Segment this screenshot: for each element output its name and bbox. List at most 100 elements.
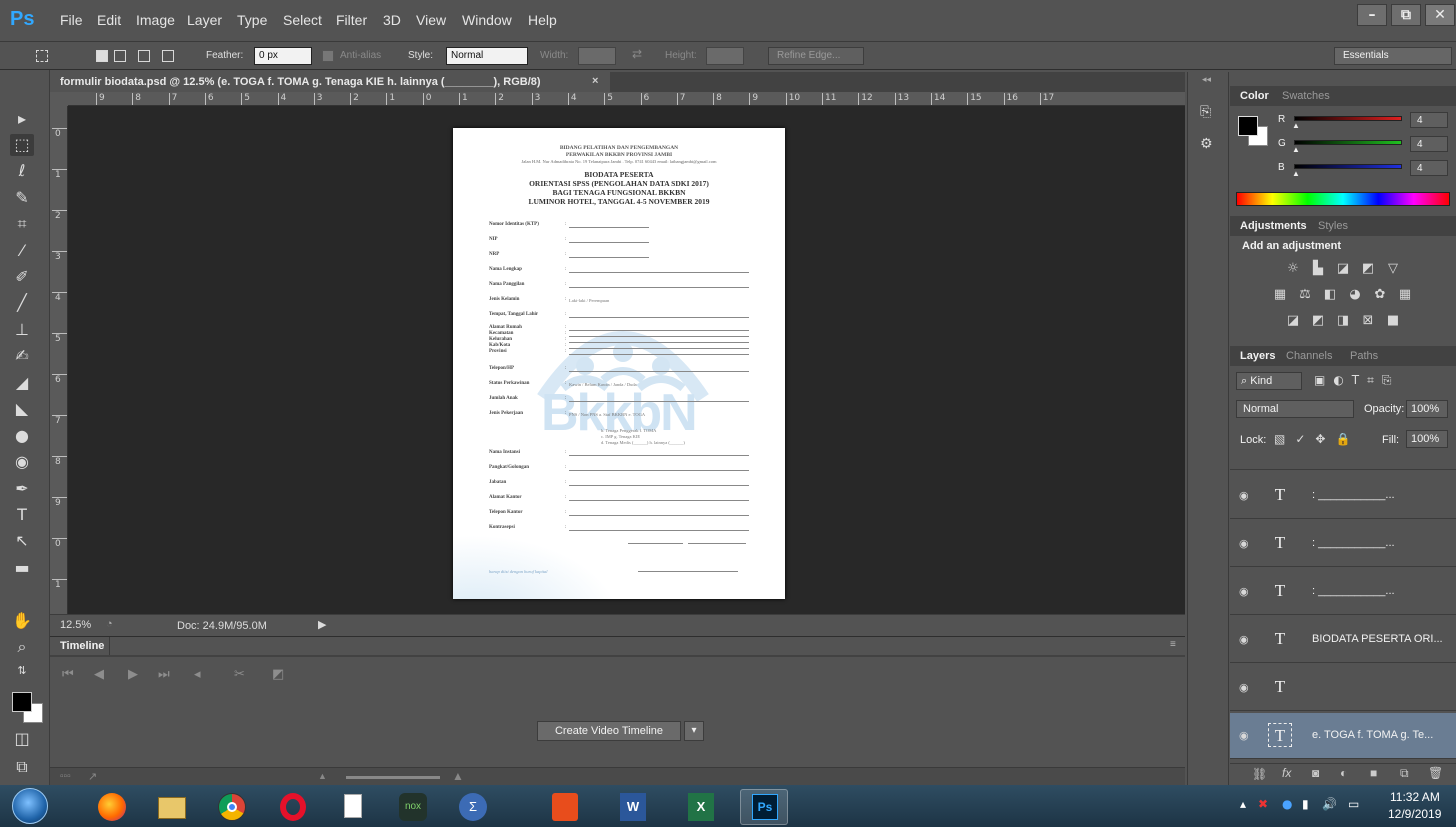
minimize-button[interactable]: – <box>1357 4 1387 26</box>
lasso-tool-icon[interactable]: ℓ <box>10 160 34 182</box>
tab-color[interactable]: Color <box>1240 90 1269 102</box>
vibrance-icon[interactable]: ▽ <box>1385 262 1401 276</box>
menu-type[interactable]: Type <box>237 12 267 28</box>
layer-filter-icons[interactable]: ▣◐T⌗⎘ <box>1314 373 1400 388</box>
excel-icon[interactable]: X <box>676 789 724 825</box>
tab-swatches[interactable]: Swatches <box>1282 90 1330 102</box>
swap-colors-icon[interactable]: ⇅ <box>10 660 34 682</box>
menu-window[interactable]: Window <box>462 12 512 28</box>
hue-saturation-icon[interactable]: ▦ <box>1272 288 1288 302</box>
properties-panel-icon[interactable]: ⚙ <box>1200 136 1213 152</box>
visibility-eye-icon[interactable]: ◉ <box>1239 681 1249 694</box>
layer-row[interactable]: ◉ T <box>1230 665 1456 711</box>
file-explorer-icon[interactable] <box>148 789 196 825</box>
clock-time[interactable]: 11:32 AM <box>1390 790 1440 804</box>
opacity-input[interactable]: 100% <box>1406 400 1448 418</box>
photo-filter-icon[interactable]: ◕ <box>1347 288 1363 302</box>
antialias-checkbox[interactable] <box>322 50 334 62</box>
new-selection-icon[interactable] <box>96 50 108 62</box>
add-selection-icon[interactable] <box>114 50 126 62</box>
foreground-color-swatch[interactable] <box>12 692 32 712</box>
selective-color-icon[interactable]: ■ <box>1385 314 1401 328</box>
healing-brush-tool-icon[interactable]: ✐ <box>10 266 34 288</box>
threshold-icon[interactable]: ◨ <box>1335 314 1351 328</box>
play-icon[interactable]: ▶ <box>128 667 138 682</box>
split-icon[interactable]: ✂ <box>234 667 245 682</box>
rect-marquee-tool-icon[interactable]: ⬚ <box>10 134 34 156</box>
document-tab[interactable]: formulir biodata.psd @ 12.5% (e. TOGA f.… <box>50 72 610 92</box>
visibility-eye-icon[interactable]: ◉ <box>1239 585 1249 598</box>
history-brush-tool-icon[interactable]: ✍ <box>10 345 34 367</box>
brightness-icon[interactable]: ☼ <box>1285 262 1301 276</box>
channel-value-input[interactable]: 4 <box>1410 160 1448 176</box>
timeline-type-dropdown[interactable]: ▾ <box>684 721 704 741</box>
channel-slider[interactable] <box>1294 164 1402 169</box>
next-frame-icon[interactable]: ⏭ <box>158 667 170 682</box>
tab-layers[interactable]: Layers <box>1240 350 1275 362</box>
action-center-icon[interactable]: ▭ <box>1348 797 1359 811</box>
menu-help[interactable]: Help <box>528 12 557 28</box>
tab-paths[interactable]: Paths <box>1350 350 1378 362</box>
clone-stamp-tool-icon[interactable]: ⊥ <box>10 319 34 341</box>
color-fg-swatch[interactable] <box>1238 116 1258 136</box>
link-layers-icon[interactable]: ⛓ <box>1252 767 1267 781</box>
visibility-eye-icon[interactable]: ◉ <box>1239 537 1249 550</box>
black-white-icon[interactable]: ◧ <box>1322 288 1338 302</box>
gradient-map-icon[interactable]: ⊠ <box>1360 314 1376 328</box>
prev-frame-icon[interactable]: ◀ <box>94 667 104 682</box>
levels-icon[interactable]: ▙ <box>1310 262 1326 276</box>
subtract-selection-icon[interactable] <box>138 50 150 62</box>
menu-edit[interactable]: Edit <box>97 12 121 28</box>
layer-row[interactable]: ◉ Te. TOGA f. TOMA g. Te... <box>1230 713 1456 759</box>
layer-name[interactable]: : ___________... <box>1312 489 1395 501</box>
channel-slider[interactable] <box>1294 116 1402 121</box>
tab-styles[interactable]: Styles <box>1318 220 1348 232</box>
volume-icon[interactable]: 🔊 <box>1322 797 1337 811</box>
canvas-area[interactable]: BkkbN BIDANG PELATIHAN DAN PENGEMBANGAN … <box>68 106 1185 614</box>
tray-app-icon[interactable]: ✖ <box>1258 797 1268 811</box>
channel-value-input[interactable]: 4 <box>1410 136 1448 152</box>
layer-name[interactable]: : ___________... <box>1312 585 1395 597</box>
menu-select[interactable]: Select <box>283 12 322 28</box>
channel-mixer-icon[interactable]: ✿ <box>1372 288 1388 302</box>
width-input[interactable] <box>578 47 616 65</box>
dodge-tool-icon[interactable]: ◉ <box>10 451 34 473</box>
visibility-eye-icon[interactable]: ◉ <box>1239 489 1249 502</box>
collapse-dock-icon[interactable]: ◂◂ <box>1202 74 1211 85</box>
layer-name[interactable]: : ___________... <box>1312 537 1395 549</box>
create-video-timeline-button[interactable]: Create Video Timeline <box>537 721 681 741</box>
slider-thumb-icon[interactable]: ▲ <box>1292 121 1300 130</box>
menu-3d[interactable]: 3D <box>383 12 401 28</box>
add-mask-icon[interactable]: ◙ <box>1312 766 1319 780</box>
channel-value-input[interactable]: 4 <box>1410 112 1448 128</box>
new-layer-icon[interactable]: ⧉ <box>1400 766 1409 781</box>
first-frame-icon[interactable]: ⏮ <box>62 667 74 682</box>
crop-tool-icon[interactable]: ⌗ <box>10 213 34 235</box>
slider-thumb-icon[interactable]: ▲ <box>1292 169 1300 178</box>
paint-bucket-tool-icon[interactable]: ◣ <box>10 398 34 420</box>
close-tab-icon[interactable]: × <box>592 75 598 87</box>
layer-row[interactable]: ◉ T: ___________... <box>1230 521 1456 567</box>
visibility-eye-icon[interactable]: ◉ <box>1239 729 1249 742</box>
marquee-tool-icon[interactable] <box>36 50 48 62</box>
invert-icon[interactable]: ◪ <box>1285 314 1301 328</box>
close-button[interactable]: ✕ <box>1425 4 1455 26</box>
feather-input[interactable]: 0 px <box>254 47 312 65</box>
workspace-select[interactable]: Essentials <box>1334 47 1452 65</box>
zoom-out-mountain-icon[interactable]: ▲ <box>318 771 327 781</box>
rectangle-tool-icon[interactable]: ▬ <box>10 557 34 579</box>
quick-mask-icon[interactable]: ◫ <box>10 728 34 750</box>
chrome-icon[interactable] <box>208 789 256 825</box>
pen-tool-icon[interactable]: ✒ <box>10 478 34 500</box>
menu-view[interactable]: View <box>416 12 446 28</box>
swap-icon[interactable]: ⇄ <box>632 47 642 61</box>
tab-channels[interactable]: Channels <box>1286 350 1332 362</box>
zoom-level[interactable]: 12.5% <box>60 619 91 631</box>
menu-file[interactable]: File <box>60 12 83 28</box>
nox-icon[interactable]: nox <box>388 789 436 825</box>
eraser-tool-icon[interactable]: ◢ <box>10 372 34 394</box>
adjustment-layer-icon[interactable]: ◐ <box>1340 766 1347 780</box>
firefox-icon[interactable] <box>88 789 136 825</box>
lock-icons[interactable]: ▧✓✥🔒 <box>1274 432 1360 446</box>
clock-date[interactable]: 12/9/2019 <box>1388 807 1441 821</box>
